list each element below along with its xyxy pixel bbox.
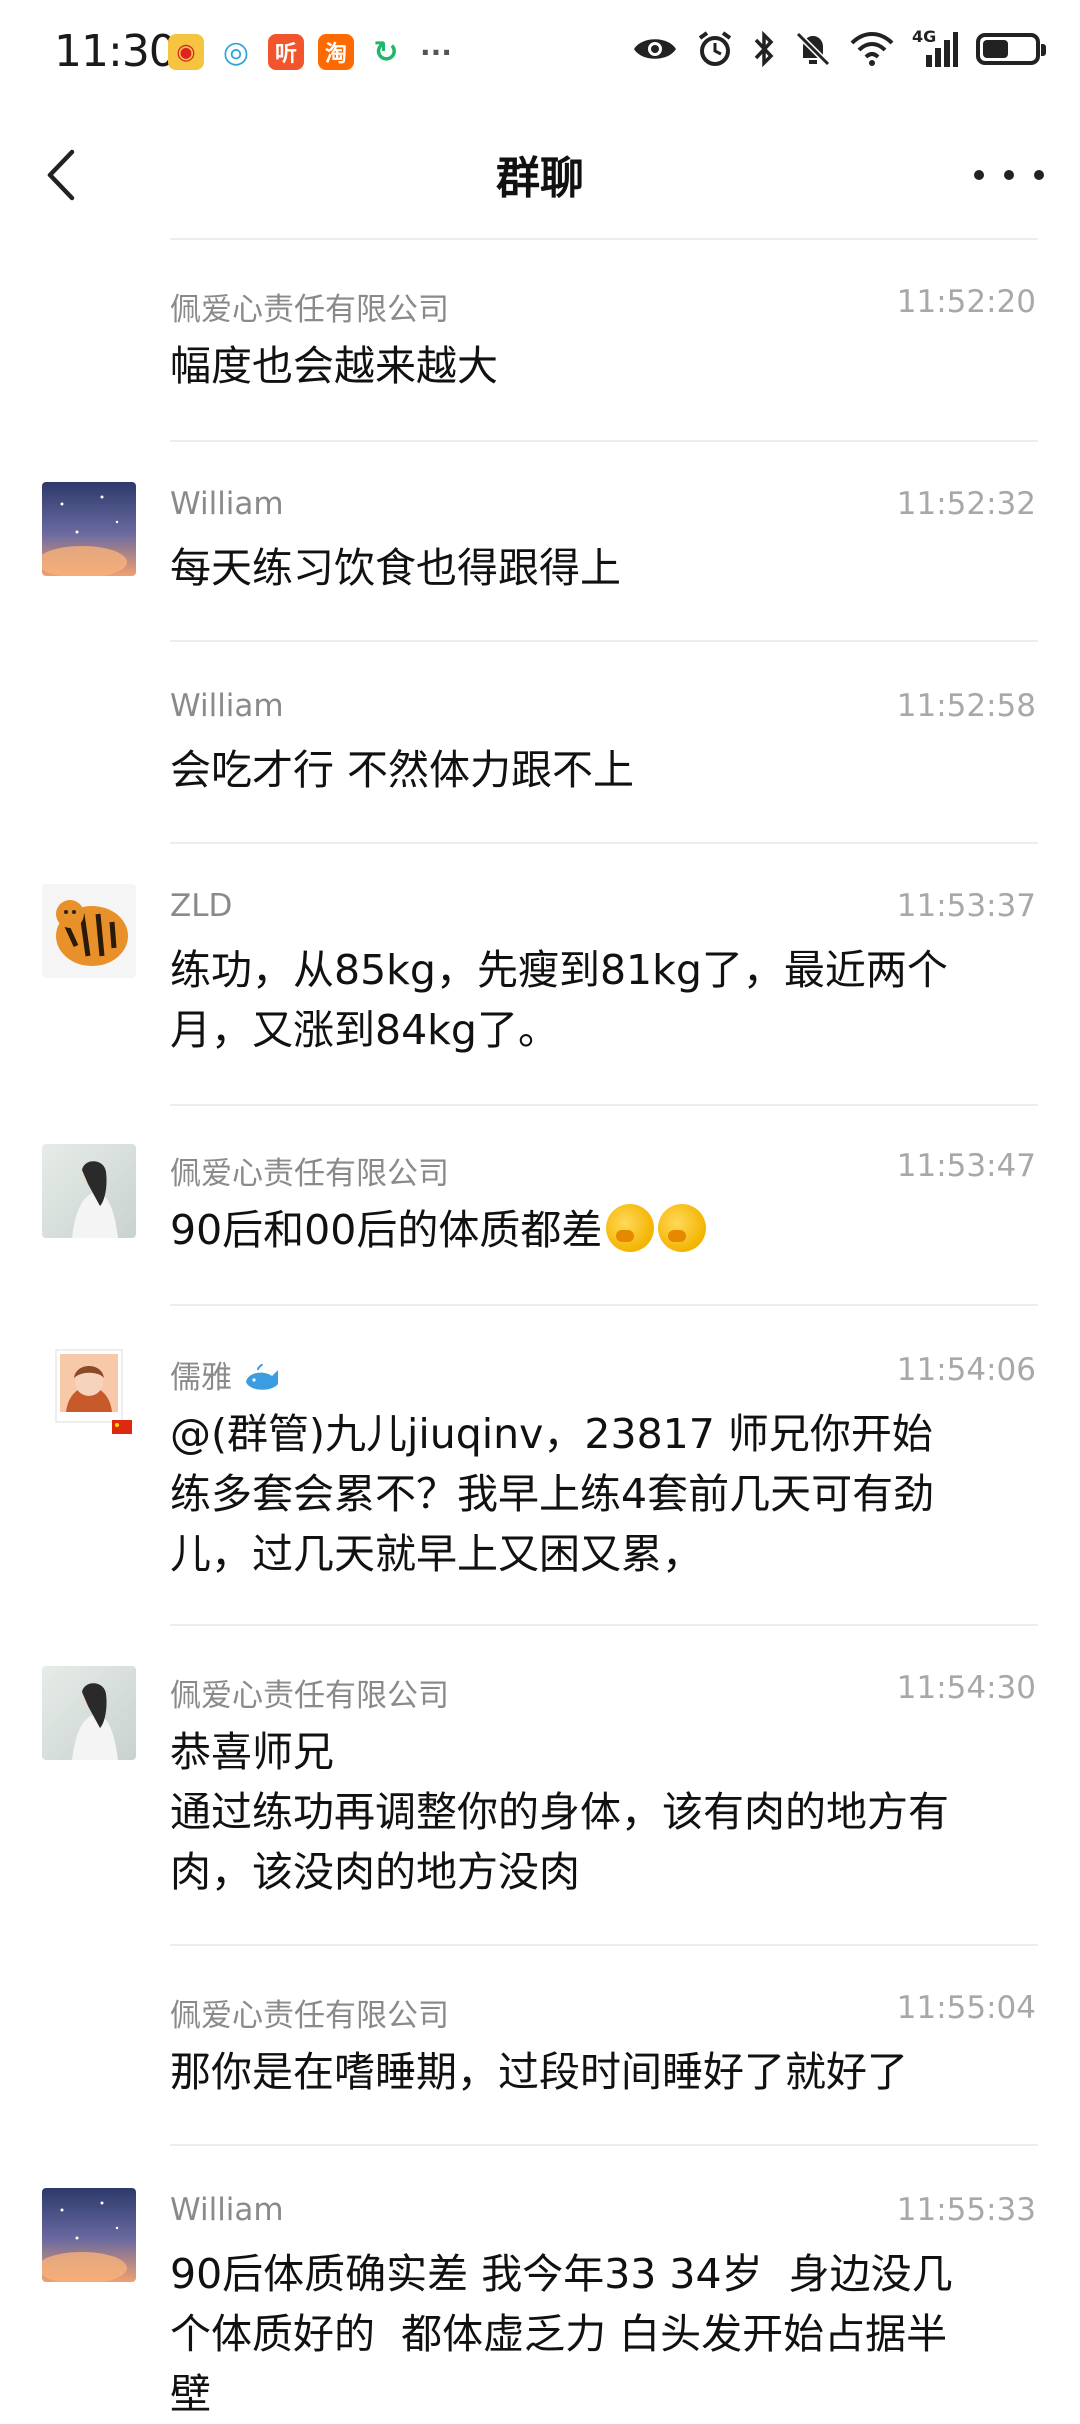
avatar[interactable]: [42, 1144, 136, 1238]
message-divider: [170, 640, 1038, 642]
message-divider: [170, 2144, 1038, 2146]
message-divider: [170, 1304, 1038, 1306]
eye-icon: [634, 39, 676, 59]
message-text: 会吃才行 不然体力跟不上: [170, 746, 635, 794]
avatar[interactable]: [42, 1666, 136, 1760]
status-bar: 11:30 ◉ ◎ 听 淘 ↻ ··· 4G: [0, 0, 1080, 110]
bluetooth-icon: [754, 30, 774, 68]
battery-fill: [983, 40, 1009, 58]
message-time: 11:54:30: [896, 1670, 1036, 1706]
message-time: 11:53:47: [896, 1148, 1036, 1184]
avatar[interactable]: [42, 1348, 136, 1442]
sender-name: 佩爱心责任有限公司: [170, 1678, 449, 1714]
message-divider: [170, 842, 1038, 844]
mute-bell-icon: [795, 31, 831, 67]
message-text: 幅度也会越来越大: [170, 342, 498, 390]
notification-icons: ◉ ◎ 听 淘 ↻ ···: [168, 34, 454, 70]
message-time: 11:52:58: [896, 688, 1036, 724]
thinking-emoji-icon: [606, 1204, 655, 1252]
signal-icon: 4G: [912, 27, 958, 67]
wifi-icon: [850, 32, 894, 66]
sender-name: William: [170, 688, 284, 724]
message-text: 那你是在嗜睡期，过段时间睡好了就好了: [170, 2048, 908, 2096]
message-text: 90后体质确实差 我今年33 34岁 身边没几 个体质好的 都体虚乏力 白头发开…: [170, 2250, 953, 2418]
chat-header: 群聊: [0, 110, 1080, 240]
alarm-icon: [698, 31, 732, 66]
message-time: 11:55:33: [896, 2192, 1036, 2228]
sender-name: William: [170, 2192, 284, 2228]
status-time: 11:30: [54, 26, 177, 77]
sender-name: 佩爱心责任有限公司: [170, 1156, 449, 1192]
message-time: 11:52:20: [896, 284, 1036, 320]
message-divider: [170, 1944, 1038, 1946]
message-time: 11:53:37: [896, 888, 1036, 924]
sender-name: William: [170, 486, 284, 522]
sender-name-text: 儒雅: [170, 1360, 232, 1396]
message-time: 11:54:06: [896, 1352, 1036, 1388]
message-divider: [170, 1104, 1038, 1106]
battery-icon: [976, 33, 1046, 65]
weibo-icon: ◉: [168, 34, 204, 70]
avatar[interactable]: [42, 2188, 136, 2282]
more-notifications-icon: ···: [420, 35, 452, 69]
message-text: 恭喜师兄 通过练功再调整你的身体，该有肉的地方有 肉，该没肉的地方没肉: [170, 1728, 949, 1896]
thinking-emoji-icon: [658, 1204, 707, 1252]
ting-app-icon: 听: [268, 34, 304, 70]
message-text: 90后和00后的体质都差: [170, 1200, 1030, 1260]
sender-name: ZLD: [170, 888, 233, 924]
message-divider: [170, 440, 1038, 442]
message-divider: [170, 1624, 1038, 1626]
message-time: 11:55:04: [896, 1990, 1036, 2026]
message-text: 每天练习饮食也得跟得上: [170, 544, 621, 592]
sender-name: 儒雅: [170, 1352, 282, 1397]
message-time: 11:52:32: [896, 486, 1036, 522]
message-text: 练功，从85kg，先瘦到81kg了，最近两个 月，又涨到84kg了。: [170, 946, 948, 1054]
taobao-icon: 淘: [318, 34, 354, 70]
message-text-content: 90后和00后的体质都差: [170, 1206, 603, 1254]
avatar[interactable]: [42, 482, 136, 576]
header-divider: [170, 238, 1038, 240]
sync-icon: ↻: [373, 34, 399, 70]
sender-name: 佩爱心责任有限公司: [170, 292, 449, 328]
system-icons: 4G: [632, 27, 1046, 68]
message-text: @(群管)九儿jiuqinv，23817 师兄你开始 练多套会累不？我早上练4套…: [170, 1410, 935, 1578]
sender-name: 佩爱心责任有限公司: [170, 1998, 449, 2034]
whale-icon: [245, 1363, 278, 1390]
chat-bubble-icon: ◎: [222, 34, 250, 70]
avatar[interactable]: [42, 884, 136, 978]
more-options-button[interactable]: [974, 150, 1044, 200]
page-title: 群聊: [496, 153, 584, 204]
